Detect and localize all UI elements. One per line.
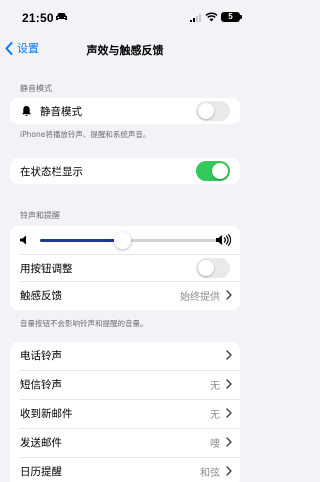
navigation-bar: 设置 声效与触感反馈: [0, 34, 250, 62]
show-in-status-bar-row: 在状态栏显示: [10, 158, 240, 184]
silent-section-header: 静音模式: [20, 84, 52, 93]
bell-icon: [22, 106, 31, 116]
chevron-right-icon: [226, 379, 232, 389]
volume-slider[interactable]: [40, 232, 220, 249]
sound-row-ringtone[interactable]: 电话铃声: [10, 342, 240, 368]
chevron-right-icon: [226, 466, 232, 476]
chevron-right-icon: [226, 350, 232, 360]
chevron-right-icon: [226, 437, 232, 447]
adjust-with-buttons-label: 用按钮调整: [20, 262, 73, 275]
adjust-with-buttons-row: 用按钮调整: [10, 255, 240, 281]
chevron-right-icon: [226, 408, 232, 418]
battery-icon: 5: [221, 12, 240, 22]
status-bar: 21:50 5: [0, 0, 250, 34]
sound-row-calendar-alert[interactable]: 日历提醒 和弦: [10, 458, 240, 482]
sound-row-text-tone[interactable]: 短信铃声 无: [10, 371, 240, 397]
sound-row-new-mail[interactable]: 收到新邮件 无: [10, 400, 240, 426]
sound-row-label: 发送邮件: [20, 436, 62, 449]
silent-mode-group: 静音模式: [10, 98, 240, 124]
sound-row-label: 电话铃声: [20, 349, 62, 362]
toggle-knob: [198, 103, 214, 119]
sound-row-value: 无: [210, 380, 220, 392]
silent-mode-toggle[interactable]: [196, 101, 230, 121]
car-icon: [56, 13, 67, 20]
haptics-row[interactable]: 触感反馈 始终提供: [10, 282, 240, 308]
sound-row-value: 嗖: [210, 438, 220, 450]
sound-row-label: 收到新邮件: [20, 407, 73, 420]
sound-row-value: 和弦: [200, 467, 220, 479]
sound-row-value: 无: [210, 409, 220, 421]
battery-tip: [240, 15, 242, 19]
toggle-knob: [198, 260, 214, 276]
page-title: 声效与触感反馈: [86, 44, 164, 57]
chevron-right-icon: [226, 290, 232, 300]
sound-row-label: 日历提醒: [20, 465, 62, 478]
show-in-status-bar-toggle[interactable]: [196, 161, 230, 181]
toggle-knob: [212, 163, 228, 179]
ringer-section-header: 铃声和提醒: [20, 211, 60, 220]
silent-mode-row: 静音模式: [10, 98, 240, 124]
volume-slider-row: [10, 226, 240, 254]
volume-slider-fill: [40, 239, 123, 242]
sound-row-label: 短信铃声: [20, 378, 62, 391]
haptics-value: 始终提供: [180, 291, 220, 303]
show-in-status-bar-label: 在状态栏显示: [20, 165, 83, 178]
silent-mode-label: 静音模式: [40, 105, 82, 118]
adjust-with-buttons-toggle[interactable]: [196, 258, 230, 278]
haptics-label: 触感反馈: [20, 289, 62, 302]
volume-slider-thumb[interactable]: [114, 232, 132, 249]
ringer-section-footer: 音量按钮不会影响铃声和提醒的音量。: [20, 319, 148, 328]
silent-section-footer: iPhone将播放铃声、提醒和系统声音。: [20, 130, 151, 139]
sounds-group: 电话铃声 短信铃声 无 收到新邮件 无 发送邮件 嗖 日历提醒 和弦: [10, 342, 240, 482]
speaker-high-icon: [216, 234, 231, 246]
status-bar-display-group: 在状态栏显示: [10, 158, 240, 184]
ringer-group: 用按钮调整 触感反馈 始终提供: [10, 226, 240, 310]
status-time: 21:50: [22, 11, 54, 25]
wifi-icon: [205, 12, 218, 22]
cellular-signal-icon: [190, 14, 201, 22]
speaker-low-icon: [20, 235, 26, 245]
sound-row-sent-mail[interactable]: 发送邮件 嗖: [10, 429, 240, 455]
